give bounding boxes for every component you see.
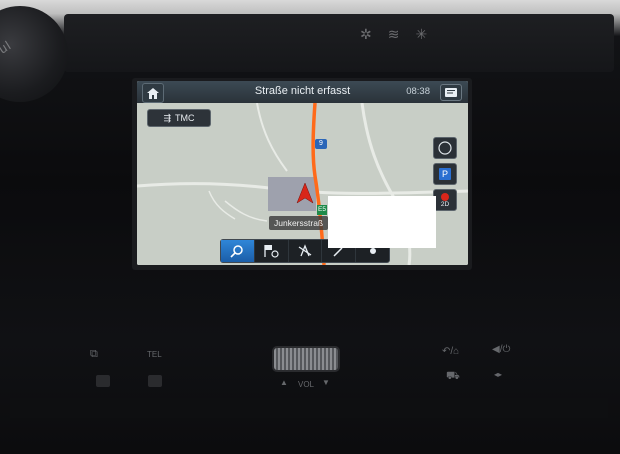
car-icon[interactable]: ⛟ — [446, 370, 460, 384]
current-street-label: Junkersstraß — [269, 216, 329, 230]
tel-label: TEL — [147, 350, 162, 359]
fan-icon[interactable]: ✲ — [360, 26, 372, 43]
mute-power-button[interactable]: ◀/⏻ — [492, 344, 510, 355]
tmc-label: TMC — [175, 113, 195, 123]
route-off-button[interactable] — [289, 240, 323, 262]
redaction-box — [328, 196, 436, 248]
tel-switch[interactable] — [148, 375, 162, 387]
traffic-icon: ⇶ — [163, 112, 172, 123]
camera-button[interactable]: ⧉ — [90, 348, 98, 361]
search-icon — [230, 245, 244, 258]
back-home-label: ↶/⌂ — [442, 346, 460, 357]
top-bezel — [64, 14, 614, 72]
volume-down-icon[interactable]: ▲ — [280, 378, 288, 387]
clock: 08:38 — [406, 86, 430, 97]
compass-button[interactable] — [433, 137, 457, 159]
climate-icons: ✲ ≋ ✳ — [360, 26, 427, 43]
search-button[interactable] — [221, 240, 255, 262]
view-2d-button[interactable]: 2D — [433, 189, 457, 211]
airflow-icon[interactable]: ≋ — [388, 26, 400, 43]
back-home-button[interactable]: ↶/⌂ — [442, 346, 459, 357]
message-icon — [445, 88, 457, 97]
volume-up-icon[interactable]: ▼ — [322, 378, 330, 387]
volume-label: VOL — [298, 380, 315, 389]
compass-icon — [438, 141, 452, 155]
view-mode-label: 2D — [440, 200, 450, 208]
destination-button[interactable] — [255, 240, 289, 262]
tmc-button[interactable]: ⇶ TMC — [147, 109, 211, 127]
camera-icon: ⧉ — [90, 348, 98, 360]
volume-roller[interactable] — [272, 346, 340, 372]
parking-icon: P — [439, 168, 451, 180]
mute-power-label: ◀/⏻ — [492, 344, 511, 355]
console-strip — [10, 398, 608, 418]
sun-icon[interactable]: ✳ — [415, 26, 427, 43]
route-off-icon — [298, 244, 312, 257]
skip-icon[interactable]: ◂▸ — [494, 370, 502, 379]
left-knob-text: Luoul — [0, 37, 14, 70]
destination-flag-icon — [264, 245, 279, 258]
route-number-badge: 9 — [315, 139, 327, 149]
messages-button[interactable] — [440, 84, 462, 101]
parking-button[interactable]: P — [433, 163, 457, 185]
camera-switch[interactable] — [96, 375, 110, 387]
north-icon — [441, 192, 449, 201]
euro-route-badge: E5 — [317, 205, 327, 215]
tel-button[interactable]: TEL — [147, 350, 162, 359]
top-bar: Straße nicht erfasst 08:38 — [137, 81, 468, 103]
